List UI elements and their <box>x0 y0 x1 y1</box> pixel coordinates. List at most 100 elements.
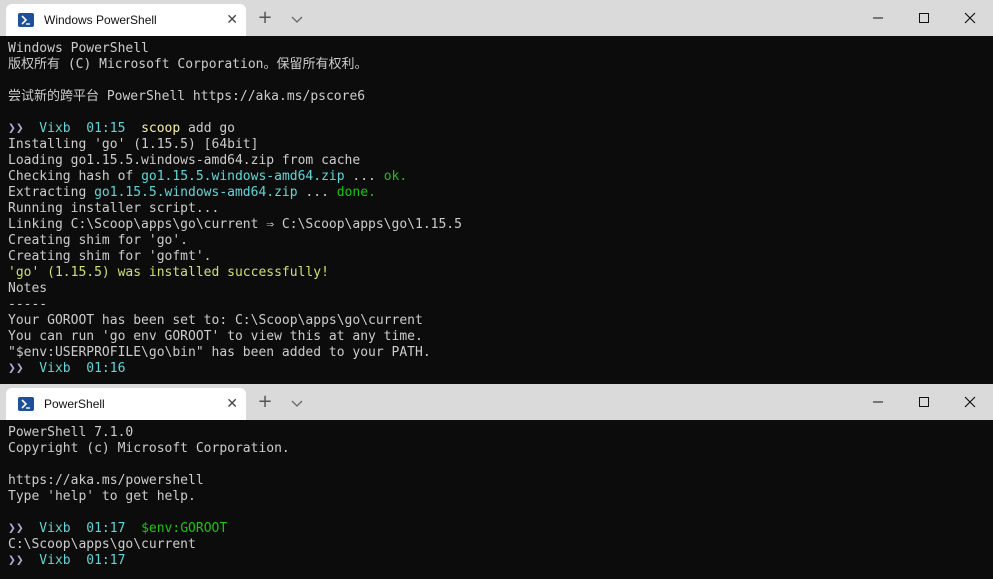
terminal-text: go1.15.5.windows-amd64.zip <box>141 169 345 184</box>
terminal-text: Your GOROOT has been set to: C:\Scoop\ap… <box>8 313 423 328</box>
terminal-text: PowerShell 7.1.0 <box>8 425 134 440</box>
terminal-text: ----- <box>8 297 48 312</box>
terminal-line: PowerShell 7.1.0 <box>8 425 985 441</box>
terminal-text: scoop <box>133 121 181 136</box>
terminal-line: You can run 'go env GOROOT' to view this… <box>8 329 985 345</box>
tab-title: PowerShell <box>44 397 105 411</box>
terminal-output[interactable]: Windows PowerShell 版权所有 (C) Microsoft Cor… <box>0 36 993 377</box>
terminal-line: 版权所有 (C) Microsoft Corporation。保留所有权利。 <box>8 57 985 73</box>
terminal-text: "$env:USERPROFILE\go\bin" has been added… <box>8 345 431 360</box>
terminal-text: ❯❯ <box>8 521 32 536</box>
terminal-text: 版权所有 (C) Microsoft Corporation。保留所有权利。 <box>8 57 368 72</box>
terminal-text: ... <box>297 185 337 200</box>
tab-dropdown-chevron-icon[interactable] <box>290 395 304 409</box>
terminal-text: Vixb <box>31 361 79 376</box>
tab-dropdown-chevron-icon[interactable] <box>290 11 304 25</box>
tab-close-icon[interactable]: ✕ <box>226 396 238 412</box>
terminal-text: 01:17 <box>78 521 134 536</box>
close-icon <box>964 12 976 24</box>
terminal-line: ❯❯ Vixb 01:15 scoop add go <box>8 121 985 137</box>
terminal-line: Creating shim for 'gofmt'. <box>8 249 985 265</box>
terminal-text: Creating shim for 'gofmt'. <box>8 249 212 264</box>
new-tab-button[interactable]: + <box>256 8 274 28</box>
terminal-line: ❯❯ Vixb 01:17 $env:GOROOT <box>8 521 985 537</box>
terminal-line: Loading go1.15.5.windows-amd64.zip from … <box>8 153 985 169</box>
terminal-text: ❯❯ <box>8 553 32 568</box>
tab-windows-powershell[interactable]: Windows PowerShell ✕ <box>6 4 246 36</box>
tab-close-icon[interactable]: ✕ <box>226 12 238 28</box>
terminal-text: Copyright (c) Microsoft Corporation. <box>8 441 290 456</box>
minimize-button[interactable] <box>855 0 901 36</box>
terminal-line: Linking C:\Scoop\apps\go\current ⇒ C:\Sc… <box>8 217 985 233</box>
close-window-button[interactable] <box>947 0 993 36</box>
terminal-text: Loading go1.15.5.windows-amd64.zip from … <box>8 153 361 168</box>
terminal-line: Running installer script... <box>8 201 985 217</box>
terminal-text: Windows PowerShell <box>8 41 149 56</box>
terminal-text: ok. <box>383 169 408 184</box>
terminal-line: ❯❯ Vixb 01:16 <box>8 361 985 377</box>
terminal-text: Notes <box>8 281 48 296</box>
terminal-text: Vixb <box>31 121 79 136</box>
close-window-button[interactable] <box>947 384 993 420</box>
terminal-text: ❯❯ <box>8 361 32 376</box>
terminal-line: Checking hash of go1.15.5.windows-amd64.… <box>8 169 985 185</box>
minimize-icon <box>873 401 883 403</box>
terminal-text: Linking C:\Scoop\apps\go\current ⇒ C:\Sc… <box>8 217 462 232</box>
powershell-icon <box>18 13 34 27</box>
terminal-text: Vixb <box>31 553 79 568</box>
terminal-text: C:\Scoop\apps\go\current <box>8 537 196 552</box>
maximize-icon <box>919 13 929 23</box>
terminal-line: "$env:USERPROFILE\go\bin" has been added… <box>8 345 985 361</box>
terminal-line: 尝试新的跨平台 PowerShell https://aka.ms/pscore… <box>8 89 985 105</box>
close-icon <box>964 396 976 408</box>
maximize-button[interactable] <box>901 0 947 36</box>
terminal-line: Extracting go1.15.5.windows-amd64.zip ..… <box>8 185 985 201</box>
terminal-text: Installing 'go' (1.15.5) [64bit] <box>8 137 259 152</box>
terminal-line: https://aka.ms/powershell <box>8 473 985 489</box>
terminal-line: Notes <box>8 281 985 297</box>
terminal-text: go1.15.5.windows-amd64.zip <box>94 185 298 200</box>
terminal-line: Your GOROOT has been set to: C:\Scoop\ap… <box>8 313 985 329</box>
new-tab-button[interactable]: + <box>256 392 274 412</box>
terminal-text: $env:GOROOT <box>133 521 228 536</box>
terminal-line: Windows PowerShell <box>8 41 985 57</box>
terminal-text: You can run 'go env GOROOT' to view this… <box>8 329 423 344</box>
terminal-line: C:\Scoop\apps\go\current <box>8 537 985 553</box>
terminal-text: Checking hash of <box>8 169 142 184</box>
terminal-text: done. <box>336 185 376 200</box>
terminal-text: 'go' (1.15.5) was installed successfully… <box>8 265 329 280</box>
terminal-text: Running installer script... <box>8 201 220 216</box>
terminal-text: https://aka.ms/powershell <box>8 473 204 488</box>
terminal-text: add go <box>180 121 236 136</box>
minimize-icon <box>873 17 883 19</box>
terminal-text: Vixb <box>31 521 79 536</box>
terminal-text: 01:15 <box>78 121 134 136</box>
tab-title: Windows PowerShell <box>44 13 157 27</box>
maximize-button[interactable] <box>901 384 947 420</box>
terminal-text: 尝试新的跨平台 PowerShell https://aka.ms/pscore… <box>8 89 366 104</box>
terminal-text: 01:17 <box>78 553 126 568</box>
terminal-text: Extracting <box>8 185 95 200</box>
terminal-window-2: PowerShell ✕ + PowerShell 7.1.0 Copyright… <box>0 384 993 579</box>
tab-powershell[interactable]: PowerShell ✕ <box>6 388 246 420</box>
terminal-window-1: Windows PowerShell ✕ + Windows PowerShel… <box>0 0 993 384</box>
terminal-text: Creating shim for 'go'. <box>8 233 189 248</box>
powershell-icon <box>18 397 34 411</box>
title-bar: PowerShell ✕ + <box>0 384 993 420</box>
minimize-button[interactable] <box>855 384 901 420</box>
title-bar: Windows PowerShell ✕ + <box>0 0 993 36</box>
terminal-text: ... <box>344 169 384 184</box>
terminal-output[interactable]: PowerShell 7.1.0 Copyright (c) Microsoft … <box>0 420 993 569</box>
terminal-line: Creating shim for 'go'. <box>8 233 985 249</box>
terminal-line: ❯❯ Vixb 01:17 <box>8 553 985 569</box>
terminal-line: Type 'help' to get help. <box>8 489 985 505</box>
terminal-text: Type 'help' to get help. <box>8 489 196 504</box>
terminal-line: Installing 'go' (1.15.5) [64bit] <box>8 137 985 153</box>
terminal-line: Copyright (c) Microsoft Corporation. <box>8 441 985 457</box>
terminal-line: 'go' (1.15.5) was installed successfully… <box>8 265 985 281</box>
maximize-icon <box>919 397 929 407</box>
